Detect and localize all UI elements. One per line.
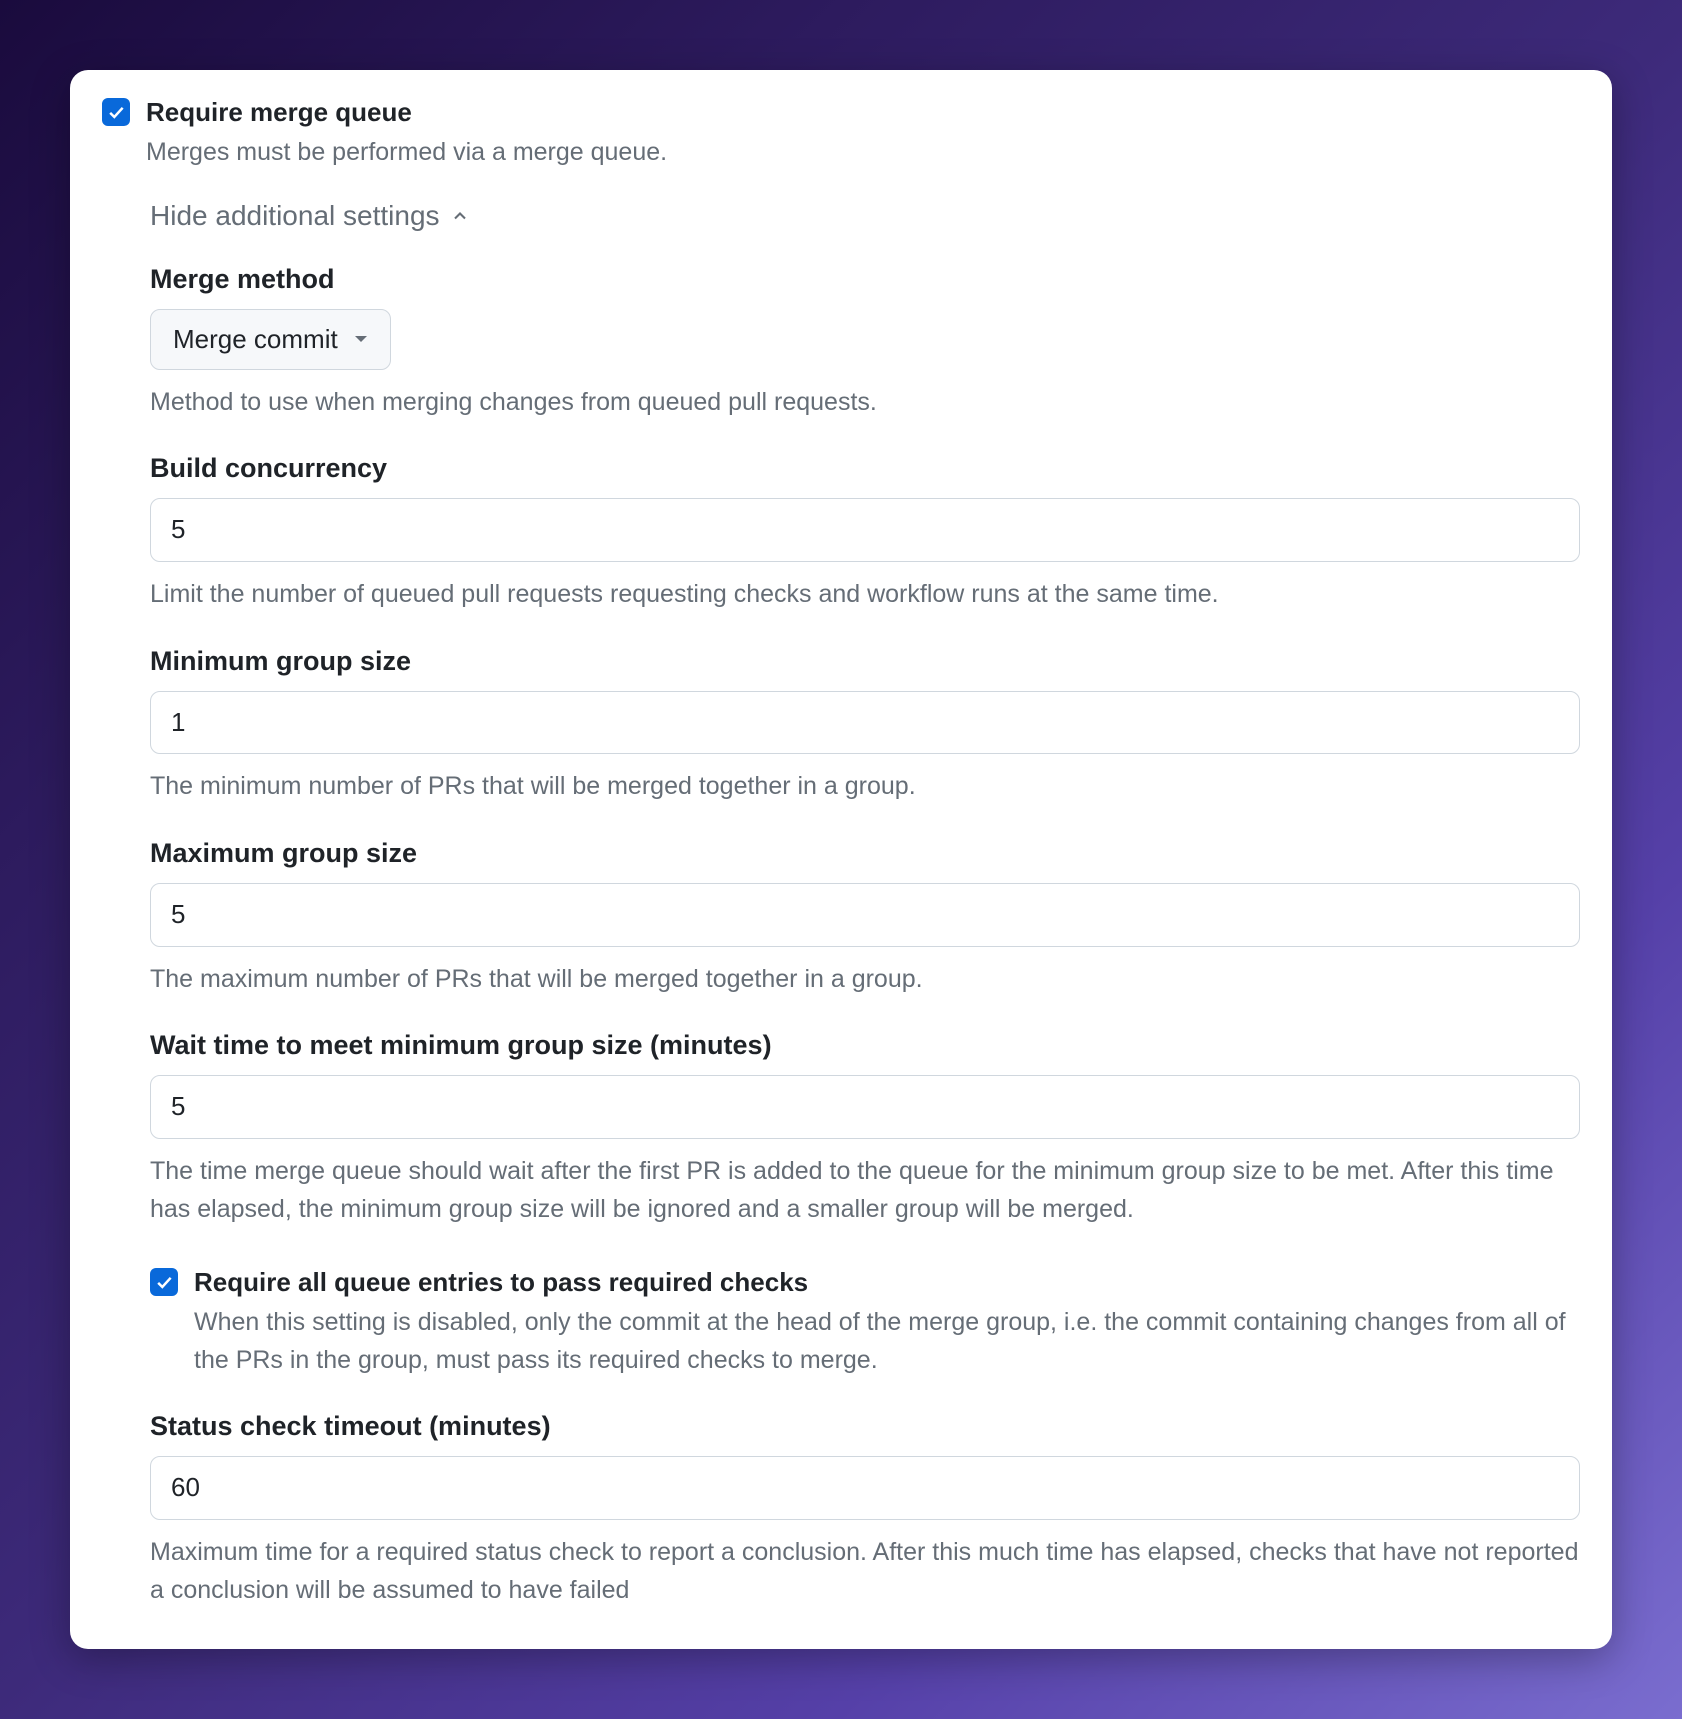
build-concurrency-label: Build concurrency — [150, 453, 1580, 484]
status-timeout-label: Status check timeout (minutes) — [150, 1411, 1580, 1442]
min-group-size-input[interactable] — [150, 691, 1580, 755]
require-all-checks-description: When this setting is disabled, only the … — [194, 1304, 1580, 1379]
check-icon — [154, 1272, 174, 1292]
status-timeout-help: Maximum time for a required status check… — [150, 1534, 1580, 1609]
merge-method-value: Merge commit — [173, 324, 338, 355]
hide-additional-settings-toggle[interactable]: Hide additional settings — [150, 200, 1580, 232]
require-merge-queue-row: Require merge queue Merges must be perfo… — [102, 94, 1580, 172]
require-all-checks-content: Require all queue entries to pass requir… — [194, 1264, 1580, 1379]
require-merge-queue-description: Merges must be performed via a merge que… — [146, 134, 1580, 172]
additional-settings: Hide additional settings Merge method Me… — [150, 200, 1580, 1609]
merge-queue-settings-card: Require merge queue Merges must be perfo… — [70, 70, 1612, 1649]
require-merge-queue-checkbox[interactable] — [102, 98, 130, 126]
require-merge-queue-title: Require merge queue — [146, 94, 1580, 130]
min-group-size-help: The minimum number of PRs that will be m… — [150, 768, 1580, 806]
wait-time-input[interactable] — [150, 1075, 1580, 1139]
toggle-label: Hide additional settings — [150, 200, 440, 232]
chevron-up-icon — [450, 206, 470, 226]
min-group-size-label: Minimum group size — [150, 646, 1580, 677]
require-merge-queue-content: Require merge queue Merges must be perfo… — [146, 94, 1580, 172]
build-concurrency-help: Limit the number of queued pull requests… — [150, 576, 1580, 614]
status-timeout-input[interactable] — [150, 1456, 1580, 1520]
require-all-checks-checkbox[interactable] — [150, 1268, 178, 1296]
wait-time-help: The time merge queue should wait after t… — [150, 1153, 1580, 1228]
require-all-checks-row: Require all queue entries to pass requir… — [150, 1264, 1580, 1379]
max-group-size-help: The maximum number of PRs that will be m… — [150, 961, 1580, 999]
require-all-checks-title: Require all queue entries to pass requir… — [194, 1264, 1580, 1300]
merge-method-help: Method to use when merging changes from … — [150, 384, 1580, 422]
merge-method-dropdown[interactable]: Merge commit — [150, 309, 391, 370]
max-group-size-input[interactable] — [150, 883, 1580, 947]
build-concurrency-input[interactable] — [150, 498, 1580, 562]
wait-time-label: Wait time to meet minimum group size (mi… — [150, 1030, 1580, 1061]
max-group-size-label: Maximum group size — [150, 838, 1580, 869]
check-icon — [106, 102, 126, 122]
caret-down-icon — [354, 334, 368, 344]
merge-method-label: Merge method — [150, 264, 1580, 295]
